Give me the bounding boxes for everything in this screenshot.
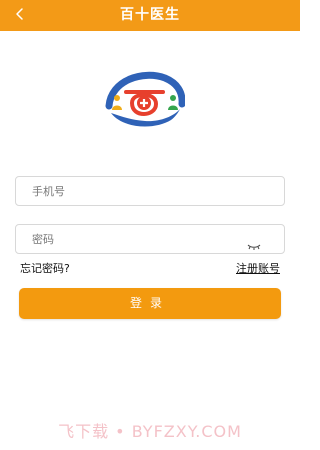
password-field[interactable]: [15, 224, 285, 254]
phone-input[interactable]: [32, 177, 252, 205]
watermark: 飞下载 • BYFZXY.COM: [58, 422, 242, 441]
password-input[interactable]: [32, 225, 252, 253]
eye-closed-icon[interactable]: [246, 236, 262, 250]
page-title: 百十医生: [120, 7, 180, 23]
login-button[interactable]: 登录: [19, 288, 281, 319]
top-bar: 百十医生: [0, 0, 300, 31]
phone-field[interactable]: [15, 176, 285, 206]
register-link[interactable]: 注册账号: [236, 260, 280, 276]
forgot-password-link[interactable]: 忘记密码?: [20, 260, 70, 276]
app-logo: [103, 68, 186, 136]
medical-logo-icon: [105, 71, 186, 127]
